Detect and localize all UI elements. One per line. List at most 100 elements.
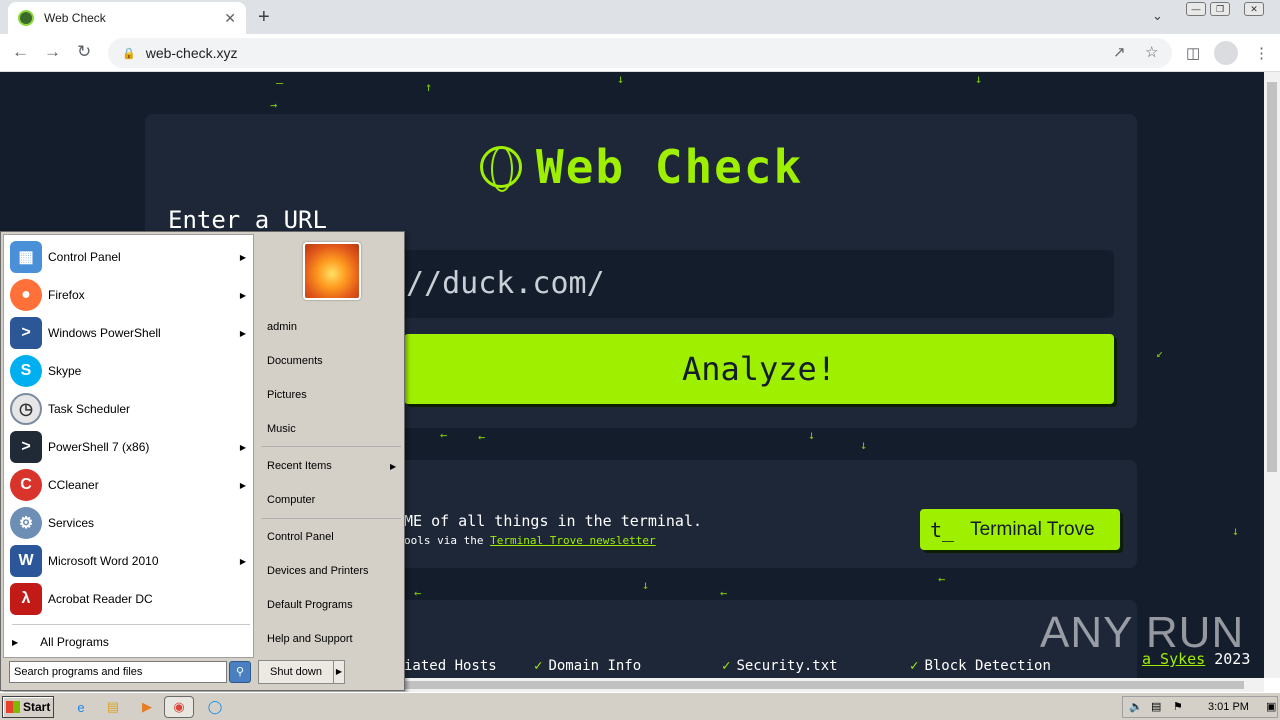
matrix-arrow-icon: ↓ xyxy=(617,72,625,86)
close-window-button[interactable]: ✕ xyxy=(1244,2,1264,16)
vertical-scrollbar[interactable] xyxy=(1264,72,1280,678)
promo-text: ME of all things in the terminal. xyxy=(404,512,703,530)
horizontal-scroll-thumb[interactable] xyxy=(404,681,1244,689)
minimize-button[interactable]: — xyxy=(1186,2,1206,16)
network-icon[interactable]: ▤ xyxy=(1151,700,1167,714)
matrix-arrow-icon: ↙ xyxy=(1156,346,1164,360)
submenu-arrow-icon: ▶ xyxy=(239,480,246,490)
vertical-scroll-thumb[interactable] xyxy=(1267,82,1277,472)
start-link-default-programs[interactable]: Default Programs xyxy=(267,599,353,611)
ccleaner-icon: C xyxy=(10,469,42,501)
taskbar: Start e ▤ ▶ ◉ ◯ 🔈 ▤ ⚑ 3:01 PM ▣ xyxy=(0,692,1280,720)
credit-year: 2023 xyxy=(1214,650,1251,668)
firefox-icon: ● xyxy=(10,279,42,311)
start-item-ccleaner[interactable]: C CCleaner ▶ xyxy=(10,467,250,503)
tab-search-chevron-icon[interactable]: ⌄ xyxy=(1152,8,1163,24)
start-item-windows-powershell[interactable]: > Windows PowerShell ▶ xyxy=(10,315,250,351)
start-item-firefox[interactable]: ● Firefox ▶ xyxy=(10,277,250,313)
matrix-arrow-icon: ← xyxy=(414,586,422,600)
internet-explorer-icon[interactable]: e xyxy=(70,696,92,718)
promo-subtext-label: ools via the xyxy=(404,534,484,547)
shut-down-options-arrow-icon[interactable]: ▶ xyxy=(333,660,345,684)
matrix-arrow-icon: ↓ xyxy=(808,428,816,442)
start-link-devices-printers[interactable]: Devices and Printers xyxy=(267,565,369,577)
terminal-trove-newsletter-link[interactable]: Terminal Trove newsletter xyxy=(490,534,656,547)
tab-close-icon[interactable]: ✕ xyxy=(224,10,236,27)
action-center-flag-icon[interactable]: ⚑ xyxy=(1173,700,1189,714)
restore-button[interactable]: ❐ xyxy=(1210,2,1230,16)
show-desktop-icon[interactable]: ▣ xyxy=(1266,700,1280,714)
share-icon[interactable]: ↗ xyxy=(1113,43,1126,61)
volume-icon[interactable]: 🔈 xyxy=(1129,700,1145,714)
start-button[interactable]: Start xyxy=(2,696,54,718)
matrix-arrow-icon: ↓ xyxy=(860,438,868,452)
credit-text: a Sykes 2023 xyxy=(1142,650,1250,668)
start-link-music[interactable]: Music xyxy=(267,423,296,435)
browser-tab-strip: Web Check ✕ + ⌄ — ❐ ✕ xyxy=(0,0,1280,34)
submenu-arrow-icon: ▶ xyxy=(239,556,246,566)
chrome-icon[interactable]: ◉ xyxy=(164,696,194,718)
start-link-recent-items[interactable]: Recent Items xyxy=(267,460,332,472)
check-icon: ✓ xyxy=(722,658,731,674)
profile-avatar-icon[interactable] xyxy=(1214,41,1238,65)
start-link-computer[interactable]: Computer xyxy=(267,494,315,506)
all-programs-button[interactable]: ▶ All Programs xyxy=(12,635,109,649)
system-tray: 🔈 ▤ ⚑ xyxy=(1122,696,1278,718)
windows-flag-icon xyxy=(6,701,20,713)
submenu-arrow-icon: ▶ xyxy=(239,442,246,452)
url-label: Enter a URL xyxy=(168,206,327,234)
start-link-help-support[interactable]: Help and Support xyxy=(267,633,353,645)
start-item-services[interactable]: ⚙ Services xyxy=(10,505,250,541)
start-item-word[interactable]: W Microsoft Word 2010 ▶ xyxy=(10,543,250,579)
start-item-skype[interactable]: S Skype xyxy=(10,353,250,389)
matrix-arrow-icon: ↓ xyxy=(642,578,650,592)
analyze-button[interactable]: Analyze! xyxy=(404,334,1114,404)
start-link-admin[interactable]: admin xyxy=(267,321,297,333)
search-icon[interactable]: ⚲ xyxy=(229,661,251,683)
start-menu: ▦ Control Panel ▶ ● Firefox ▶ > Windows Po… xyxy=(0,231,405,691)
task-scheduler-icon: ◷ xyxy=(10,393,42,425)
matrix-arrow-icon: — xyxy=(276,76,284,90)
user-picture-avatar[interactable] xyxy=(303,242,361,300)
start-item-acrobat[interactable]: λ Acrobat Reader DC xyxy=(10,581,250,617)
matrix-arrow-icon: ↑ xyxy=(425,80,433,94)
check-icon: ✓ xyxy=(534,658,543,674)
submenu-arrow-icon: ▶ xyxy=(239,252,246,262)
start-search-input[interactable]: Search programs and files xyxy=(9,661,227,683)
start-item-task-scheduler[interactable]: ◷ Task Scheduler xyxy=(10,391,250,427)
media-player-icon[interactable]: ▶ xyxy=(136,696,158,718)
all-programs-arrow-icon: ▶ xyxy=(12,637,19,647)
edge-icon[interactable]: ◯ xyxy=(204,696,226,718)
author-link[interactable]: a Sykes xyxy=(1142,650,1205,668)
new-tab-button[interactable]: + xyxy=(258,6,270,29)
reload-icon[interactable]: ↻ xyxy=(77,42,91,62)
powershell-icon: > xyxy=(10,317,42,349)
browser-tab[interactable]: Web Check ✕ xyxy=(8,2,246,34)
start-item-control-panel[interactable]: ▦ Control Panel ▶ xyxy=(10,239,250,275)
file-explorer-icon[interactable]: ▤ xyxy=(102,696,124,718)
globe-icon xyxy=(480,146,522,192)
terminal-trove-label: Terminal Trove xyxy=(970,518,1095,540)
matrix-arrow-icon: ← xyxy=(478,430,486,444)
terminal-trove-button[interactable]: t_ Terminal Trove xyxy=(920,509,1120,550)
matrix-arrow-icon: ↓ xyxy=(975,72,983,86)
shut-down-button[interactable]: Shut down xyxy=(258,660,334,684)
bookmark-star-icon[interactable]: ☆ xyxy=(1145,43,1158,61)
back-arrow-icon[interactable]: ← xyxy=(12,42,29,62)
web-check-favicon-icon xyxy=(18,10,34,26)
address-bar[interactable]: 🔒 web-check.xyz ↗ ☆ xyxy=(108,38,1172,68)
menu-kebab-icon[interactable]: ⋮ xyxy=(1254,44,1269,62)
powershell7-icon: > xyxy=(10,431,42,463)
forward-arrow-icon[interactable]: → xyxy=(44,42,61,62)
start-link-pictures[interactable]: Pictures xyxy=(267,389,307,401)
side-panel-icon[interactable]: ◫ xyxy=(1186,44,1200,62)
control-panel-icon: ▦ xyxy=(10,241,42,273)
clock[interactable]: 3:01 PM xyxy=(1208,701,1249,713)
services-gear-icon: ⚙ xyxy=(10,507,42,539)
feature-item: ✓ Domain Info xyxy=(534,658,642,674)
places-divider xyxy=(261,446,401,447)
start-item-powershell-7[interactable]: > PowerShell 7 (x86) ▶ xyxy=(10,429,250,465)
lock-icon[interactable]: 🔒 xyxy=(122,47,136,60)
start-link-documents[interactable]: Documents xyxy=(267,355,323,367)
start-link-control-panel[interactable]: Control Panel xyxy=(267,531,334,543)
